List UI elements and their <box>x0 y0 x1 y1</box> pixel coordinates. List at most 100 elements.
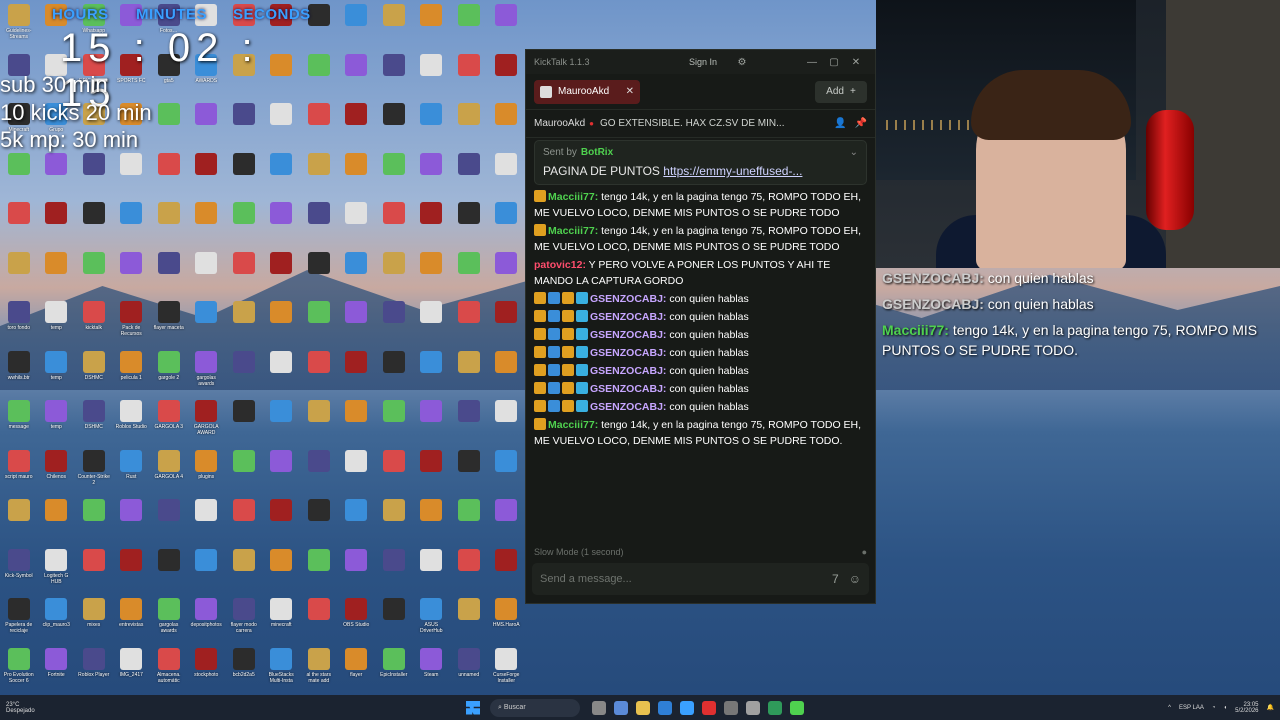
desktop-icon[interactable]: Counter-Strike 2 <box>75 446 113 496</box>
desktop-icon[interactable] <box>338 50 376 100</box>
desktop-icon[interactable]: flayer <box>338 644 376 694</box>
desktop-icon[interactable] <box>375 396 413 446</box>
desktop-icon[interactable] <box>488 198 526 248</box>
desktop-icon[interactable] <box>225 50 263 100</box>
desktop-icon[interactable] <box>300 198 338 248</box>
desktop-icon[interactable] <box>375 545 413 595</box>
desktop-icon[interactable]: Logitech G HUB <box>38 545 76 595</box>
desktop-icon[interactable]: clip_mauro3 <box>38 594 76 644</box>
store-icon[interactable] <box>680 700 694 715</box>
desktop-icon[interactable]: gta5 <box>150 50 188 100</box>
desktop-icon[interactable] <box>488 149 526 199</box>
desktop-icon[interactable] <box>150 248 188 298</box>
desktop-icon[interactable] <box>188 99 226 149</box>
desktop-icon[interactable] <box>263 99 301 149</box>
desktop-icon[interactable] <box>375 198 413 248</box>
desktop-icon[interactable]: temp <box>38 347 76 397</box>
brave-icon[interactable] <box>702 700 716 715</box>
desktop-icon[interactable] <box>113 99 151 149</box>
desktop-icon[interactable] <box>113 198 151 248</box>
chat-username[interactable]: GSENZOCABJ: <box>590 329 666 341</box>
desktop-icon[interactable] <box>488 99 526 149</box>
desktop-icon[interactable] <box>375 495 413 545</box>
desktop-icon[interactable] <box>188 248 226 298</box>
desktop-icon[interactable]: Whatsapp <box>75 0 113 50</box>
desktop-icon[interactable]: wwhils.btr <box>0 347 38 397</box>
pinned-link[interactable]: https://emmy-uneffused-... <box>663 164 802 178</box>
desktop-icon[interactable]: Grupo <box>38 99 76 149</box>
desktop-icon[interactable]: BlueStacks Multi-Insta <box>263 644 301 694</box>
desktop-icon[interactable] <box>225 0 263 50</box>
desktop-icon[interactable]: Roblox Studio <box>113 396 151 446</box>
desktop-icon[interactable] <box>150 99 188 149</box>
desktop-icon[interactable]: GARGOLA AWARD <box>188 396 226 446</box>
add-channel-button[interactable]: Add + <box>815 80 867 103</box>
desktop-icon[interactable]: gargolas awards <box>150 594 188 644</box>
desktop-icon[interactable]: script mauro <box>0 446 38 496</box>
desktop-icon[interactable] <box>263 347 301 397</box>
message-input[interactable]: Send a message... 7 ☺ <box>532 563 869 595</box>
desktop-icon[interactable] <box>300 446 338 496</box>
obs-icon[interactable] <box>724 700 738 715</box>
desktop-icon[interactable]: minecraft <box>263 594 301 644</box>
desktop-icon[interactable]: GARGOLA 4 <box>150 446 188 496</box>
desktop-icon[interactable] <box>38 248 76 298</box>
desktop-icon[interactable] <box>413 495 451 545</box>
desktop-icon[interactable] <box>150 495 188 545</box>
desktop-icon[interactable] <box>225 446 263 496</box>
desktop-icon[interactable] <box>263 297 301 347</box>
desktop-icon[interactable]: CurseForge Installer <box>488 644 526 694</box>
desktop-icon[interactable] <box>413 99 451 149</box>
desktop-icon[interactable] <box>413 347 451 397</box>
desktop-icon[interactable]: flayer maceta <box>150 297 188 347</box>
users-icon[interactable]: 👤 <box>834 118 846 129</box>
desktop-icon[interactable] <box>488 0 526 50</box>
desktop-icon[interactable] <box>488 545 526 595</box>
volume-icon[interactable]: ◖ <box>1224 705 1228 711</box>
desktop-icon[interactable] <box>450 297 488 347</box>
desktop-icon[interactable] <box>338 297 376 347</box>
desktop-icon[interactable] <box>450 99 488 149</box>
desktop-icon[interactable] <box>300 50 338 100</box>
desktop-icon[interactable]: stockphoto <box>188 644 226 694</box>
chevron-down-icon[interactable]: ⌄ <box>850 147 858 158</box>
desktop-icon[interactable] <box>450 347 488 397</box>
desktop-icon[interactable]: flayer modo carrera <box>225 594 263 644</box>
desktop-icon[interactable]: SPORTS FC <box>113 50 151 100</box>
desktop-icon[interactable] <box>150 149 188 199</box>
desktop-icon[interactable] <box>75 99 113 149</box>
taskview-icon[interactable] <box>592 700 606 715</box>
desktop-icon[interactable] <box>300 594 338 644</box>
desktop-icon[interactable] <box>38 149 76 199</box>
desktop-icon[interactable]: Chilenos <box>38 446 76 496</box>
close-icon[interactable]: ✕ <box>845 57 867 68</box>
desktop-icon[interactable]: mixes <box>75 594 113 644</box>
pin-icon[interactable]: 📌 <box>855 118 867 129</box>
desktop-icon[interactable] <box>375 149 413 199</box>
desktop-icon[interactable]: unnamed <box>450 644 488 694</box>
desktop-icon[interactable] <box>188 297 226 347</box>
maximize-icon[interactable]: ▢ <box>823 57 845 68</box>
desktop-icon[interactable] <box>450 446 488 496</box>
kicktalk-icon[interactable] <box>790 700 804 715</box>
desktop-icon[interactable] <box>75 149 113 199</box>
chat-username[interactable]: GSENZOCABJ: <box>590 347 666 359</box>
desktop-icon[interactable] <box>225 545 263 595</box>
desktop-icon[interactable] <box>300 149 338 199</box>
desktop-icon[interactable] <box>263 149 301 199</box>
chat-username[interactable]: GSENZOCABJ: <box>590 383 666 395</box>
desktop-icon[interactable] <box>188 198 226 248</box>
language-indicator[interactable]: ESP LAA <box>1179 705 1204 711</box>
desktop-icon[interactable] <box>338 495 376 545</box>
desktop-icon[interactable]: Roblox Player <box>75 644 113 694</box>
desktop-icon[interactable] <box>0 248 38 298</box>
desktop-icon[interactable] <box>300 248 338 298</box>
desktop-icon[interactable] <box>263 396 301 446</box>
chat-username[interactable]: Macciii77: <box>548 191 598 203</box>
desktop-icon[interactable] <box>338 99 376 149</box>
emoji-picker-icon[interactable]: ☺ <box>849 572 861 586</box>
desktop-icon[interactable]: depositphotos <box>188 594 226 644</box>
desktop-icon[interactable] <box>300 396 338 446</box>
desktop-icon[interactable] <box>413 248 451 298</box>
desktop-icon[interactable] <box>225 297 263 347</box>
